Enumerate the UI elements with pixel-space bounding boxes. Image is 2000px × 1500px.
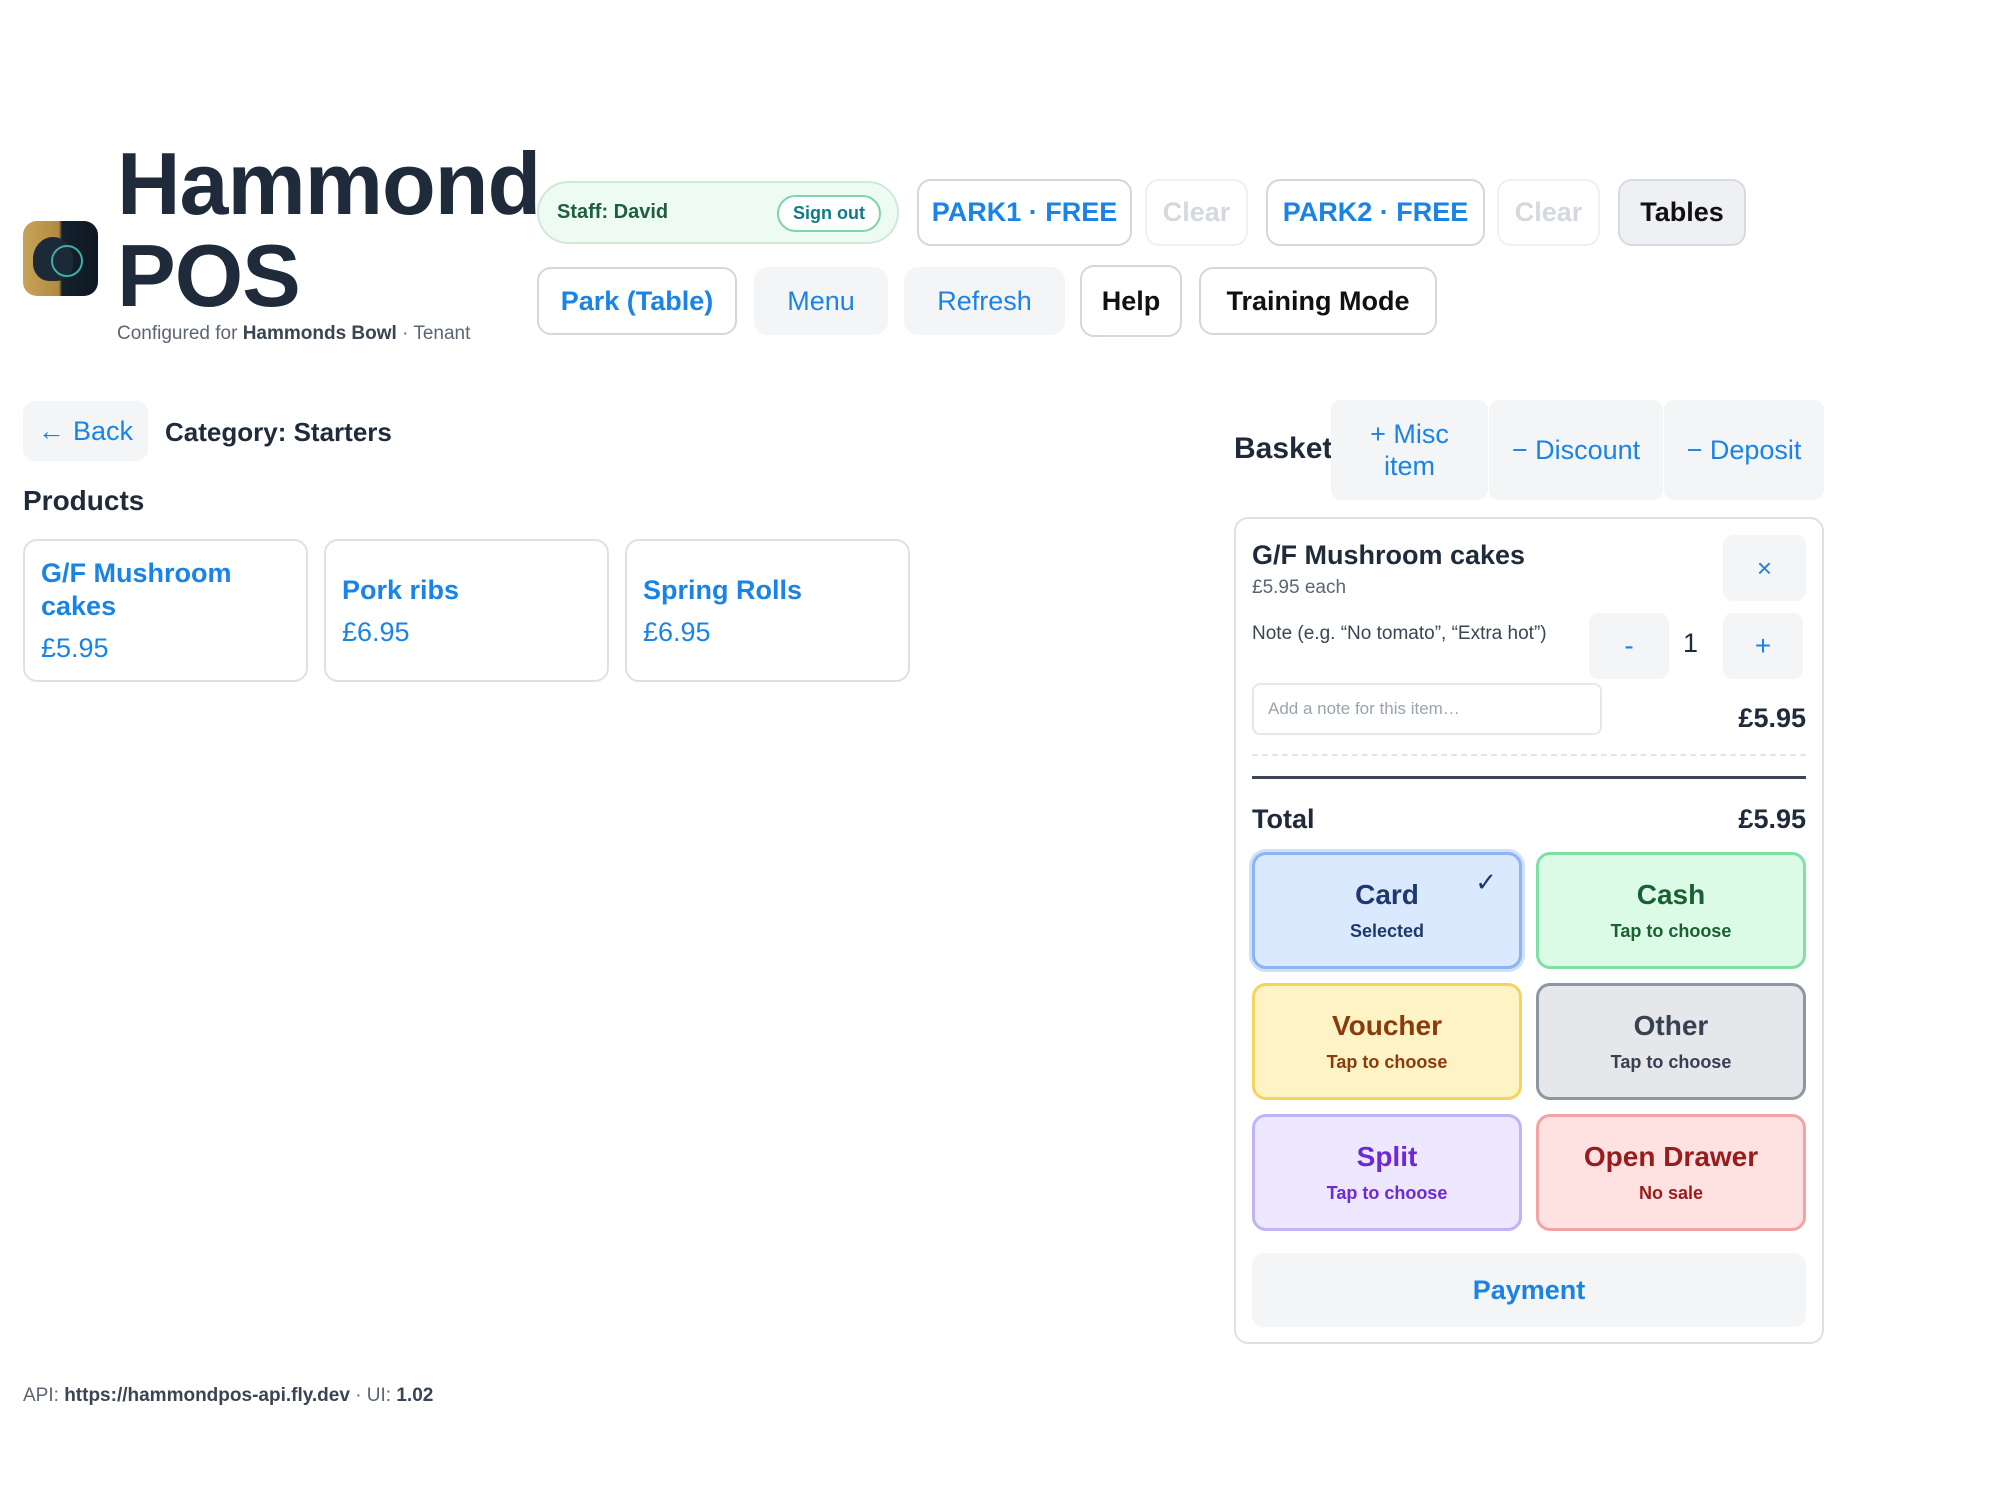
payment-card-option[interactable]: ✓ Card Selected <box>1252 852 1522 969</box>
product-price: £5.95 <box>41 633 109 663</box>
product-name: Spring Rolls <box>643 574 803 605</box>
open-drawer-option[interactable]: Open Drawer No sale <box>1536 1114 1806 1231</box>
basket-item-unit-price: £5.95 each <box>1252 577 1347 598</box>
api-url: https://hammondpos-api.fly.dev <box>64 1385 350 1406</box>
misc-item-button[interactable]: + Misc item <box>1331 400 1488 500</box>
staff-badge: Staff: David Sign out <box>537 181 899 244</box>
sign-out-button[interactable]: Sign out <box>777 195 881 232</box>
ui-prefix: · UI: <box>355 1385 392 1406</box>
note-label: Note (e.g. “No tomato”, “Extra hot”) <box>1252 623 1547 644</box>
config-suffix: · Tenant <box>402 323 471 344</box>
basket-item-line-total: £5.95 <box>1738 703 1806 733</box>
training-mode-button[interactable]: Training Mode <box>1199 267 1437 335</box>
payment-option-subtitle: Tap to choose <box>1326 1052 1448 1072</box>
payment-cash-option[interactable]: Cash Tap to choose <box>1536 852 1806 969</box>
config-prefix: Configured for <box>117 323 238 344</box>
payment-split-option[interactable]: Split Tap to choose <box>1252 1114 1522 1231</box>
product-price: £6.95 <box>342 616 410 647</box>
product-price: £6.95 <box>643 616 711 647</box>
staff-label: Staff: David <box>557 201 669 223</box>
dashed-divider <box>1252 754 1806 756</box>
remove-item-button[interactable]: × <box>1723 535 1806 601</box>
payment-voucher-option[interactable]: Voucher Tap to choose <box>1252 983 1522 1100</box>
back-label: Back <box>72 415 134 446</box>
park2-clear-button[interactable]: Clear <box>1497 179 1600 246</box>
product-card[interactable]: Pork ribs £6.95 <box>324 539 609 682</box>
payment-option-subtitle: Selected <box>1349 921 1425 941</box>
discount-button[interactable]: − Discount <box>1489 400 1663 500</box>
payment-option-subtitle: Tap to choose <box>1610 1052 1732 1072</box>
check-icon: ✓ <box>1475 867 1497 897</box>
payment-option-subtitle: No sale <box>1638 1183 1704 1203</box>
refresh-button[interactable]: Refresh <box>904 267 1065 335</box>
park1-button[interactable]: PARK1 · FREE <box>917 179 1132 246</box>
payment-option-subtitle: Tap to choose <box>1610 921 1732 941</box>
park2-button[interactable]: PARK2 · FREE <box>1266 179 1485 246</box>
payment-button[interactable]: Payment <box>1252 1253 1806 1327</box>
payment-option-title: Split <box>1356 1141 1418 1172</box>
product-name: Pork ribs <box>342 574 460 605</box>
quantity-value: 1 <box>1683 628 1699 658</box>
product-card[interactable]: Spring Rolls £6.95 <box>625 539 910 682</box>
total-label: Total <box>1252 804 1315 834</box>
help-button[interactable]: Help <box>1080 265 1182 337</box>
ui-version: 1.02 <box>396 1385 434 1406</box>
basket-item-name: G/F Mushroom cakes <box>1252 540 1526 570</box>
menu-button[interactable]: Menu <box>754 267 888 335</box>
api-prefix: API: <box>23 1385 59 1406</box>
product-name: G/F Mushroom cakes <box>41 558 232 621</box>
item-note-input[interactable] <box>1252 683 1602 735</box>
app-title: Hammond POS <box>117 134 541 325</box>
logo-ring <box>51 245 83 277</box>
deposit-button[interactable]: − Deposit <box>1664 400 1824 500</box>
payment-option-subtitle: Tap to choose <box>1326 1183 1448 1203</box>
products-heading: Products <box>23 485 145 516</box>
tenant-config: Configured for Hammonds Bowl · Tenant <box>117 323 470 345</box>
payment-option-title: Voucher <box>1332 1010 1442 1041</box>
category-title: Category: Starters <box>165 417 392 447</box>
payment-option-title: Other <box>1633 1010 1709 1041</box>
increase-qty-button[interactable]: + <box>1723 613 1803 679</box>
payment-option-title: Card <box>1355 879 1419 910</box>
back-arrow-icon: ← <box>37 415 65 446</box>
back-button[interactable]: ← Back <box>23 401 148 461</box>
park-table-button[interactable]: Park (Table) <box>537 267 737 335</box>
park1-clear-button[interactable]: Clear <box>1145 179 1248 246</box>
product-card[interactable]: G/F Mushroom cakes £5.95 <box>23 539 308 682</box>
decrease-qty-button[interactable]: - <box>1589 613 1669 679</box>
payment-option-title: Cash <box>1636 879 1706 910</box>
tenant-name: Hammonds Bowl <box>242 323 397 344</box>
payment-option-title: Open Drawer <box>1583 1141 1759 1172</box>
payment-other-option[interactable]: Other Tap to choose <box>1536 983 1806 1100</box>
app-logo <box>23 221 98 296</box>
footer-info: API: https://hammondpos-api.fly.dev · UI… <box>23 1385 433 1407</box>
close-icon: × <box>1756 552 1773 583</box>
total-value: £5.95 <box>1738 804 1806 834</box>
tables-button[interactable]: Tables <box>1618 179 1746 246</box>
basket-heading: Basket <box>1234 432 1333 465</box>
total-divider <box>1252 776 1806 779</box>
